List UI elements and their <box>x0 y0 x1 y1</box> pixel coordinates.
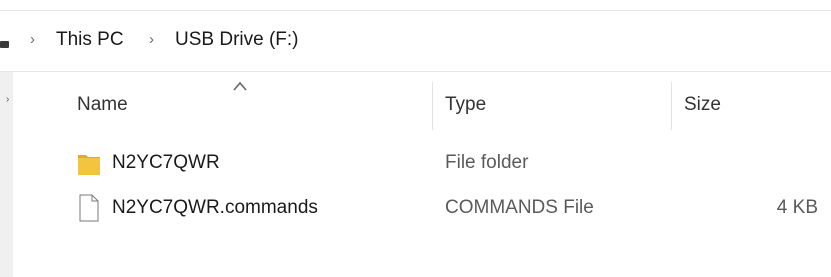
breadcrumb-this-pc[interactable]: This PC <box>56 28 124 52</box>
sort-ascending-icon <box>233 81 247 91</box>
folder-icon <box>78 155 100 175</box>
breadcrumb-chevron-icon[interactable]: › <box>30 30 35 50</box>
nav-collapse-icon[interactable]: › <box>6 94 9 105</box>
this-pc-icon[interactable] <box>0 41 9 48</box>
file-type: File folder <box>445 152 529 173</box>
column-header-type[interactable]: Type <box>445 93 486 117</box>
column-divider[interactable] <box>432 82 433 130</box>
column-divider[interactable] <box>671 82 672 130</box>
breadcrumb-usb-drive[interactable]: USB Drive (F:) <box>175 28 299 52</box>
file-explorer-window: › This PC › USB Drive (F:) › Name Type S… <box>0 0 831 277</box>
file-row[interactable]: N2YC7QWR.commands COMMANDS File 4 KB <box>13 191 831 225</box>
breadcrumb-chevron-icon[interactable]: › <box>149 30 154 50</box>
address-bar[interactable]: › This PC › USB Drive (F:) <box>0 10 831 72</box>
file-icon <box>79 194 99 222</box>
file-row[interactable]: N2YC7QWR File folder <box>13 146 831 180</box>
file-name[interactable]: N2YC7QWR.commands <box>112 196 318 220</box>
file-size: 4 KB <box>776 197 818 218</box>
column-header-name[interactable]: Name <box>77 93 128 117</box>
file-name[interactable]: N2YC7QWR <box>112 151 220 175</box>
file-type: COMMANDS File <box>445 197 594 218</box>
column-header-size[interactable]: Size <box>684 93 721 117</box>
